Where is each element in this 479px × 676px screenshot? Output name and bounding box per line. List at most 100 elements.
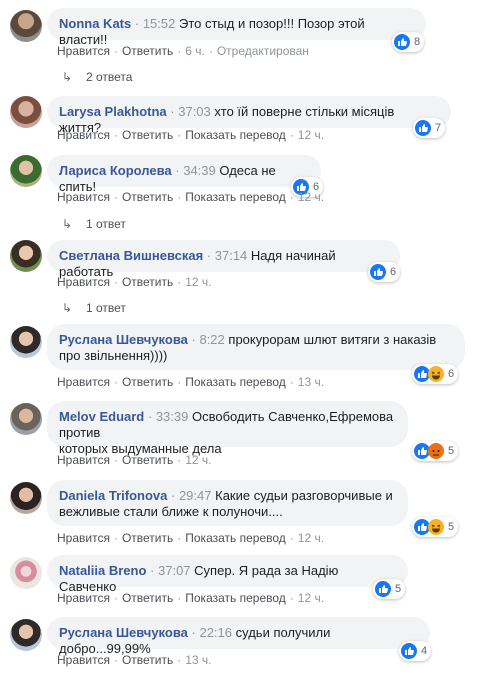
comment-bubble: Руслана Шевчукова · 8:22 прокурорам шлют… [47, 324, 465, 370]
comment-age[interactable]: 12 ч. [298, 531, 324, 545]
reply-arrow-icon: ↳ [62, 301, 73, 315]
comment-actions: Нравится · Ответить · Показать перевод · 12 ч. [57, 128, 325, 142]
like-link[interactable]: Нравится [57, 44, 110, 58]
reaction-summary[interactable]: 5 [412, 517, 459, 537]
comment-time: · 22:16 [191, 625, 233, 640]
reply-link[interactable]: Ответить [122, 128, 173, 142]
comment-actions: Нравится · Ответить · Показать перевод · 12 ч. [57, 190, 325, 204]
reply-link[interactable]: Ответить [122, 190, 173, 204]
like-link[interactable]: Нравится [57, 275, 110, 289]
reply-link[interactable]: Ответить [122, 375, 173, 389]
avatar[interactable] [10, 619, 42, 651]
comment-text-cont: про звільнення)))) [59, 348, 168, 363]
comment-author[interactable]: Melov Eduard [59, 409, 144, 424]
comment-age[interactable]: 12 ч. [298, 591, 324, 605]
avatar[interactable] [10, 557, 42, 589]
comment-author[interactable]: Светлана Вишневская [59, 248, 203, 263]
like-link[interactable]: Нравится [57, 531, 110, 545]
like-link[interactable]: Нравится [57, 128, 110, 142]
avatar[interactable] [10, 96, 42, 128]
comment-actions: Нравится · Ответить · Показать перевод · 12 ч. [57, 591, 325, 605]
comment-text: Какие судьи разговорчивые и [215, 488, 393, 503]
like-link[interactable]: Нравится [57, 190, 110, 204]
reaction-summary[interactable]: 5 [412, 441, 459, 461]
comment-bubble: Melov Eduard · 33:39 Освободить Савченко… [47, 401, 408, 456]
comment-bubble: Руслана Шевчукова · 22:16 судьи получили… [47, 617, 430, 656]
reaction-summary[interactable]: 8 [392, 32, 425, 52]
comment-author[interactable]: Руслана Шевчукова [59, 625, 188, 640]
reply-link[interactable]: Ответить [122, 531, 173, 545]
reaction-summary[interactable]: 4 [399, 641, 432, 661]
like-icon [401, 643, 417, 659]
reply-arrow-icon: ↳ [62, 70, 73, 84]
avatar[interactable] [10, 482, 42, 514]
reaction-summary[interactable]: 6 [412, 364, 459, 384]
avatar[interactable] [10, 403, 42, 435]
like-icon [375, 581, 391, 597]
avatar[interactable] [10, 326, 42, 358]
reply-link[interactable]: Ответить [122, 275, 173, 289]
comment-time: · 37:07 [150, 563, 191, 578]
like-icon [415, 120, 431, 136]
comment-author[interactable]: Nataliia Breno [59, 563, 146, 578]
comment-text-cont: вежливые стали ближе к полуночи.... [59, 504, 283, 519]
translate-link[interactable]: Показать перевод [185, 531, 286, 545]
comment-bubble: Daniela Trifonova · 29:47 Какие судьи ра… [47, 480, 408, 526]
view-replies-link[interactable]: ↳ 1 ответ [62, 301, 126, 315]
translate-link[interactable]: Показать перевод [185, 128, 286, 142]
comment-author[interactable]: Лариса Королева [59, 163, 172, 178]
like-link[interactable]: Нравится [57, 375, 110, 389]
like-icon [394, 34, 410, 50]
avatar[interactable] [10, 240, 42, 272]
reaction-summary[interactable]: 7 [413, 118, 446, 138]
comment-author[interactable]: Nonna Kats [59, 16, 131, 31]
comment-time: · 33:39 [147, 409, 189, 424]
comment-author[interactable]: Larysa Plakhotna [59, 104, 167, 119]
comment-age[interactable]: 12 ч. [298, 128, 324, 142]
comment-bubble: Светлана Вишневская · 37:14 Надя начинай… [47, 240, 400, 279]
comment-bubble: Nonna Kats · 15:52 Это стыд и позор!!! П… [47, 8, 426, 47]
comment-actions: Нравится · Ответить · Показать перевод · 12 ч. [57, 531, 325, 545]
comment-age[interactable]: 6 ч. [185, 44, 205, 58]
reply-arrow-icon: ↳ [62, 217, 73, 231]
avatar[interactable] [10, 155, 42, 187]
comment-author[interactable]: Daniela Trifonova [59, 488, 167, 503]
like-link[interactable]: Нравится [57, 591, 110, 605]
comment-age[interactable]: 13 ч. [185, 653, 211, 667]
comment-bubble: Лариса Королева · 34:39 Одеса не спить! [47, 155, 321, 194]
comment-actions: Нравится · Ответить · 13 ч. [57, 653, 212, 667]
like-link[interactable]: Нравится [57, 653, 110, 667]
comment-time: · 37:03 [170, 104, 211, 119]
translate-link[interactable]: Показать перевод [185, 591, 286, 605]
comment-author[interactable]: Руслана Шевчукова [59, 332, 188, 347]
reply-link[interactable]: Ответить [122, 44, 173, 58]
reaction-summary[interactable]: 6 [368, 262, 401, 282]
reply-link[interactable]: Ответить [122, 453, 173, 467]
translate-link[interactable]: Показать перевод [185, 190, 286, 204]
view-replies-link[interactable]: ↳ 2 ответа [62, 70, 132, 84]
comment-time: · 8:22 [191, 332, 225, 347]
comment-age[interactable]: 12 ч. [185, 275, 211, 289]
comment-time: · 15:52 [134, 16, 176, 31]
avatar[interactable] [10, 10, 42, 42]
comment-time: · 34:39 [175, 163, 216, 178]
comment-bubble: Larysa Plakhotna · 37:03 хто їй поверне … [47, 96, 451, 135]
comment-time: · 37:14 [206, 248, 248, 263]
translate-link[interactable]: Показать перевод [185, 375, 286, 389]
reply-link[interactable]: Ответить [122, 653, 173, 667]
comment-time: · 29:47 [171, 488, 212, 503]
like-link[interactable]: Нравится [57, 453, 110, 467]
view-replies-link[interactable]: ↳ 1 ответ [62, 217, 126, 231]
comment-text: прокурорам шлют витяги з наказів [228, 332, 437, 347]
reaction-summary[interactable]: 5 [373, 579, 406, 599]
angry-icon [428, 443, 444, 459]
comment-age[interactable]: 13 ч. [298, 375, 324, 389]
comment-bubble: Nataliia Breno · 37:07 Супер. Я рада за … [47, 555, 408, 594]
haha-icon [428, 366, 444, 382]
comment-actions: Нравится · Ответить · 12 ч. [57, 453, 212, 467]
comment-age[interactable]: 12 ч. [185, 453, 211, 467]
comment-age[interactable]: 12 ч. [298, 190, 324, 204]
edited-label: Отредактирован [216, 44, 309, 58]
comment-actions: Нравится · Ответить · 12 ч. [57, 275, 212, 289]
reply-link[interactable]: Ответить [122, 591, 173, 605]
